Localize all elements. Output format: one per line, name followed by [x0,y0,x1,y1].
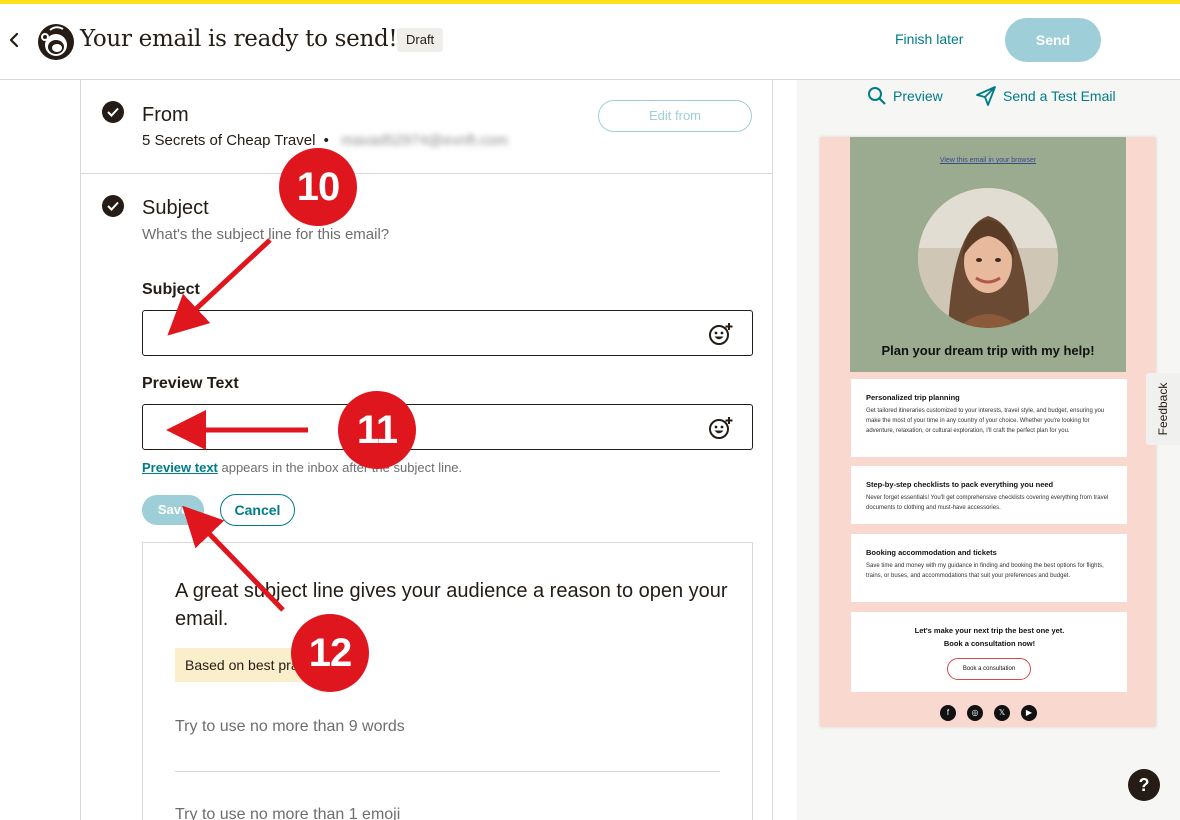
tip-item: Try to use no more than 9 words [175,718,405,735]
from-complete-check-icon [102,101,124,123]
feedback-tab[interactable]: Feedback [1146,373,1180,445]
block-title: Booking accommodation and tickets [866,548,997,557]
tip-item: Try to use no more than 1 emoji [175,806,401,820]
preview-text-label: Preview Text [142,375,239,392]
step-number-badge: 12 [291,614,369,692]
step-number-badge: 11 [338,391,416,469]
sender-email: mavad52974@evnft.com [341,132,509,149]
paper-plane-icon [976,86,996,106]
mailchimp-logo-icon [36,22,76,62]
preview-text-help: Preview text appears in the inbox after … [142,460,462,475]
email-content-block: Step-by-step checklists to pack everythi… [851,466,1127,524]
subject-description: What's the subject line for this email? [142,226,390,243]
tips-heading: A great subject line gives your audience… [175,580,728,630]
subject-emoji-picker-icon[interactable] [708,321,734,347]
subject-label: Subject [142,281,200,298]
block-title: Personalized trip planning [866,393,960,402]
finish-later-link[interactable]: Finish later [895,31,963,47]
feedback-tab-label: Feedback [1156,382,1170,436]
back-chevron-icon[interactable] [8,30,24,52]
subject-section-title: Subject [142,197,209,219]
magnifier-icon [868,87,886,105]
preview-link-label: Preview [893,88,943,104]
book-consultation-button[interactable]: Book a consultation [947,658,1031,680]
email-preview-panel: Preview Send a Test Email View this emai… [797,80,1180,820]
page-title: Your email is ready to send! [80,26,398,52]
email-hero-title: Plan your dream trip with my help! [881,343,1095,358]
edit-from-button[interactable]: Edit from [598,100,752,132]
subject-check-icon [102,195,124,217]
email-content-block: Booking accommodation and tickets Save t… [851,534,1127,602]
block-title: Step-by-step checklists to pack everythi… [866,480,1054,489]
send-button[interactable]: Send [1005,18,1101,62]
step-number-badge: 10 [279,148,357,226]
preview-text-help-link[interactable]: Preview text [142,460,218,475]
email-preview-card: View this email in your browser Plan you… [820,137,1156,727]
youtube-icon[interactable]: ▶ [1021,705,1037,721]
preview-link[interactable]: Preview [867,84,943,108]
tips-divider [175,771,720,772]
preview-emoji-picker-icon[interactable] [708,415,734,441]
x-twitter-icon[interactable]: 𝕏 [994,705,1010,721]
block-body: Never forget essentials! You'll get comp… [866,495,1109,511]
preview-text-input[interactable] [142,404,753,450]
email-cta-block: Let's make your next trip the best one y… [851,612,1127,692]
facebook-icon[interactable]: f [940,705,956,721]
subject-input[interactable] [142,310,753,356]
cancel-button[interactable]: Cancel [220,494,295,526]
draft-status-badge: Draft [397,28,444,52]
cta-line: Book a consultation now! [943,639,1036,648]
email-checklist-column: From 5 Secrets of Cheap Travel • mavad52… [80,80,773,820]
block-body: Save time and money with my guidance in … [866,563,1104,579]
block-body: Get tailored itineraries customized to y… [866,408,1105,434]
top-header: Your email is ready to send! Draft Finis… [0,4,1180,80]
preview-text-help-rest: appears in the inbox after the subject l… [217,460,463,475]
send-test-email-label: Send a Test Email [1003,88,1116,104]
from-section: From 5 Secrets of Cheap Travel • mavad52… [81,80,772,174]
instagram-icon[interactable]: ◎ [967,705,983,721]
author-photo [918,188,1058,328]
email-content-block: Personalized trip planning Get tailored … [851,379,1127,457]
help-button[interactable]: ? [1128,769,1160,801]
subject-tips-panel: A great subject line gives your audience… [142,542,753,820]
send-test-email-link[interactable]: Send a Test Email [975,84,1116,108]
save-button[interactable]: Save [142,495,204,525]
cta-line: Let's make your next trip the best one y… [914,626,1065,635]
from-details: 5 Secrets of Cheap Travel • mavad52974@e… [142,132,508,149]
sender-name: 5 Secrets of Cheap Travel [142,132,316,149]
view-in-browser-link[interactable]: View this email in your browser [850,157,1126,164]
sender-separator: • [323,132,329,149]
from-title: From [142,104,189,126]
email-hero: View this email in your browser Plan you… [850,137,1126,372]
